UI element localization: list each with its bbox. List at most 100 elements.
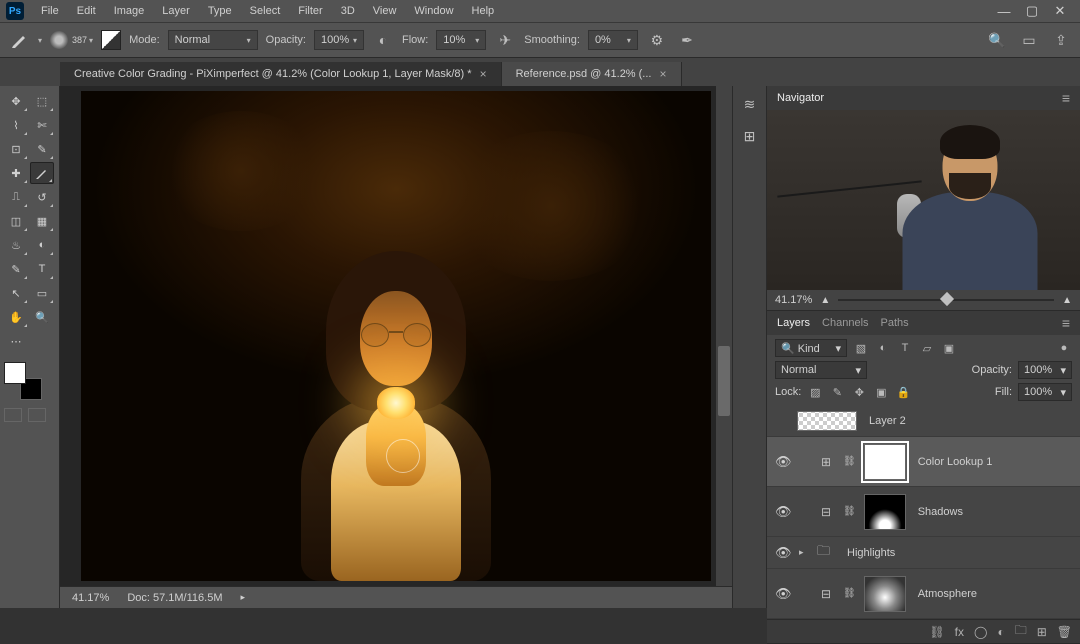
quick-mask-icon[interactable] bbox=[4, 408, 22, 422]
layer-row[interactable]: 👁 ⊟ ⛓ Atmosphere bbox=[767, 569, 1080, 619]
smoothing-input[interactable]: 0%▾ bbox=[588, 30, 638, 50]
zoom-slider[interactable] bbox=[838, 294, 1054, 306]
color-swatches[interactable] bbox=[4, 362, 42, 400]
layer-row[interactable]: 👁 ⊟ ⛓ Shadows bbox=[767, 487, 1080, 537]
panel-menu-icon[interactable]: ≡ bbox=[1062, 90, 1070, 106]
navigator-zoom-value[interactable]: 41.17% bbox=[775, 294, 812, 306]
opacity-input[interactable]: 100%▾ bbox=[314, 30, 364, 50]
brush-preview[interactable]: 387 ▾ bbox=[50, 31, 93, 49]
menu-select[interactable]: Select bbox=[241, 2, 290, 20]
maximize-button[interactable]: ▢ bbox=[1018, 1, 1046, 21]
visibility-toggle[interactable]: 👁 bbox=[775, 454, 791, 470]
edit-toolbar[interactable]: ⋯ bbox=[4, 330, 28, 352]
menu-layer[interactable]: Layer bbox=[153, 2, 199, 20]
layer-style-icon[interactable]: fx bbox=[955, 625, 964, 639]
visibility-toggle[interactable]: 👁 bbox=[775, 545, 791, 561]
tab-close-icon[interactable]: × bbox=[659, 67, 666, 81]
workspace-icon[interactable]: ▭ bbox=[1018, 29, 1040, 51]
move-tool[interactable]: ✥ bbox=[4, 90, 28, 112]
doc-size-status[interactable]: Doc: 57.1M/116.5M bbox=[127, 592, 222, 604]
visibility-toggle[interactable]: 👁 bbox=[775, 504, 791, 520]
menu-view[interactable]: View bbox=[364, 2, 406, 20]
gradient-tool[interactable]: ▦ bbox=[30, 210, 54, 232]
marquee-tool[interactable]: ⬚ bbox=[30, 90, 54, 112]
layer-name[interactable]: Atmosphere bbox=[918, 588, 977, 600]
adjustment-icon[interactable]: ⊟ bbox=[817, 585, 835, 603]
layer-group-row[interactable]: 👁 ▸ 🗀 Highlights bbox=[767, 537, 1080, 569]
pressure-opacity-icon[interactable]: ◐ bbox=[372, 29, 394, 51]
menu-file[interactable]: File bbox=[32, 2, 68, 20]
properties-panel-icon[interactable]: ⊞ bbox=[738, 124, 762, 148]
type-tool[interactable]: T bbox=[30, 258, 54, 280]
tool-preset-chevron-icon[interactable]: ▾ bbox=[38, 36, 42, 45]
vertical-scrollbar[interactable] bbox=[716, 86, 732, 586]
eraser-tool[interactable]: ◫ bbox=[4, 210, 28, 232]
navigator-tab[interactable]: Navigator bbox=[777, 92, 824, 104]
menu-help[interactable]: Help bbox=[463, 2, 504, 20]
shape-tool[interactable]: ▭ bbox=[30, 282, 54, 304]
expand-icon[interactable]: ▸ bbox=[799, 547, 809, 558]
minimize-button[interactable]: — bbox=[990, 1, 1018, 21]
blend-mode-dropdown[interactable]: Normal▾ bbox=[775, 361, 867, 379]
airbrush-icon[interactable]: ✈ bbox=[494, 29, 516, 51]
history-panel-icon[interactable]: ≋ bbox=[738, 92, 762, 116]
stamp-tool[interactable]: ⎍ bbox=[4, 186, 28, 208]
lock-all-icon[interactable]: 🔒 bbox=[895, 384, 911, 400]
menu-window[interactable]: Window bbox=[405, 2, 462, 20]
panel-menu-icon[interactable]: ≡ bbox=[1062, 315, 1070, 331]
layer-mask-thumbnail[interactable] bbox=[864, 444, 906, 480]
filter-kind-dropdown[interactable]: 🔍 Kind▾ bbox=[775, 339, 847, 357]
blur-tool[interactable]: ♨ bbox=[4, 234, 28, 256]
link-mask-icon[interactable]: ⛓ bbox=[843, 506, 856, 517]
layer-row[interactable]: Layer 2 bbox=[767, 405, 1080, 437]
search-icon[interactable]: 🔍 bbox=[986, 29, 1008, 51]
link-mask-icon[interactable]: ⛓ bbox=[843, 456, 856, 467]
tab-document-2[interactable]: Reference.psd @ 41.2% (... × bbox=[502, 62, 682, 86]
zoom-status[interactable]: 41.17% bbox=[72, 592, 109, 604]
brush-tool-icon[interactable] bbox=[8, 29, 30, 51]
menu-image[interactable]: Image bbox=[105, 2, 154, 20]
menu-3d[interactable]: 3D bbox=[332, 2, 364, 20]
paths-tab[interactable]: Paths bbox=[881, 317, 909, 329]
filter-pixel-icon[interactable]: ▧ bbox=[853, 340, 869, 356]
channels-tab[interactable]: Channels bbox=[822, 317, 868, 329]
fill-input[interactable]: 100%▾ bbox=[1018, 383, 1072, 401]
navigator-preview[interactable] bbox=[767, 110, 1080, 290]
zoom-tool[interactable]: 🔍 bbox=[30, 306, 54, 328]
flow-input[interactable]: 10%▾ bbox=[436, 30, 486, 50]
crop-tool[interactable]: ⊡ bbox=[4, 138, 28, 160]
adjustment-icon[interactable]: ⊞ bbox=[817, 453, 835, 471]
brush-tool[interactable] bbox=[30, 162, 54, 184]
adjustment-icon[interactable]: ⊟ bbox=[817, 503, 835, 521]
filter-shape-icon[interactable]: ▱ bbox=[919, 340, 935, 356]
tab-document-1[interactable]: Creative Color Grading - PiXimperfect @ … bbox=[60, 62, 502, 86]
lock-paint-icon[interactable]: ✎ bbox=[829, 384, 845, 400]
layer-name[interactable]: Color Lookup 1 bbox=[918, 456, 993, 468]
link-mask-icon[interactable]: ⛓ bbox=[843, 588, 856, 599]
foreground-color[interactable] bbox=[4, 362, 26, 384]
history-brush-tool[interactable]: ↺ bbox=[30, 186, 54, 208]
new-adjustment-icon[interactable]: ◐ bbox=[997, 625, 1004, 639]
pen-tool[interactable]: ✎ bbox=[4, 258, 28, 280]
link-layers-icon[interactable]: ⛓ bbox=[929, 625, 944, 639]
blend-mode-dropdown[interactable]: Normal▾ bbox=[168, 30, 258, 50]
brush-chevron-icon[interactable]: ▾ bbox=[89, 36, 93, 45]
lock-artboard-icon[interactable]: ▣ bbox=[873, 384, 889, 400]
layer-thumbnail[interactable] bbox=[797, 411, 857, 431]
layer-name[interactable]: Highlights bbox=[847, 547, 895, 559]
menu-type[interactable]: Type bbox=[199, 2, 241, 20]
zoom-in-icon[interactable]: ▲ bbox=[1062, 295, 1072, 306]
share-icon[interactable]: ⇪ bbox=[1050, 29, 1072, 51]
quick-select-tool[interactable]: ✄ bbox=[30, 114, 54, 136]
add-mask-icon[interactable]: ◯ bbox=[974, 625, 987, 639]
layer-mask-thumbnail[interactable] bbox=[864, 576, 906, 612]
layer-mask-thumbnail[interactable] bbox=[864, 494, 906, 530]
filter-toggle-icon[interactable]: ● bbox=[1056, 340, 1072, 356]
tab-close-icon[interactable]: × bbox=[480, 67, 487, 81]
new-layer-icon[interactable]: ⊞ bbox=[1037, 625, 1047, 639]
pressure-size-icon[interactable]: ✒ bbox=[676, 29, 698, 51]
status-chevron-icon[interactable]: ▸ bbox=[241, 592, 246, 603]
menu-filter[interactable]: Filter bbox=[289, 2, 331, 20]
zoom-out-icon[interactable]: ▲ bbox=[820, 295, 830, 306]
close-button[interactable]: ✕ bbox=[1046, 1, 1074, 21]
